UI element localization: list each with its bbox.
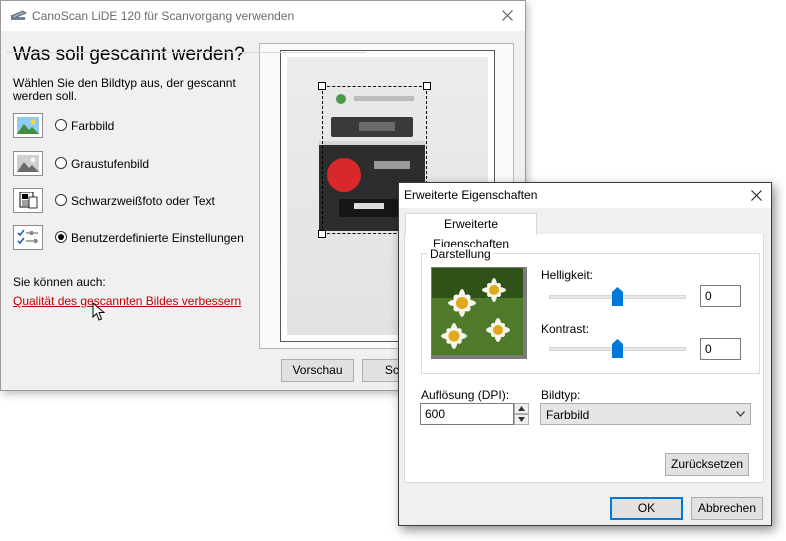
custom-settings-icon	[13, 225, 43, 250]
props-titlebar: Erweiterte Eigenschaften	[399, 183, 771, 208]
selection-handle-top-left[interactable]	[318, 82, 326, 90]
close-icon	[502, 10, 513, 21]
picture-type-select[interactable]: Farbbild	[540, 403, 751, 425]
tab-advanced-properties[interactable]: Erweiterte Eigenschaften	[405, 213, 537, 251]
resolution-spin-up[interactable]	[514, 403, 529, 414]
picture-type-select-label: Bildtyp:	[541, 388, 581, 402]
picture-type-label: Schwarzweißfoto oder Text	[71, 194, 215, 208]
dialog-title: Erweiterte Eigenschaften	[404, 188, 538, 202]
selection-handle-bottom-left[interactable]	[318, 230, 326, 238]
picture-type-label: Farbbild	[71, 119, 115, 133]
flower-preview-image	[432, 268, 523, 355]
appearance-group-label: Darstellung	[428, 247, 493, 261]
resolution-label: Auflösung (DPI):	[421, 388, 510, 402]
picture-type-label: Graustufenbild	[71, 157, 150, 171]
improve-quality-link[interactable]: Qualität des gescannten Bildes verbesser…	[13, 294, 241, 308]
color-picture-icon	[13, 113, 43, 138]
radio-custom[interactable]	[55, 231, 67, 243]
scanner-icon	[10, 10, 27, 20]
arrow-down-icon	[518, 417, 525, 422]
mouse-pointer-icon	[92, 302, 105, 321]
picture-type-custom[interactable]: Benutzerdefinierte Einstellungen	[13, 225, 253, 252]
picture-type-label: Benutzerdefinierte Einstellungen	[71, 231, 244, 245]
grayscale-picture-icon	[13, 151, 43, 176]
arrow-up-icon	[518, 406, 525, 411]
brightness-slider-thumb[interactable]	[612, 287, 623, 306]
instruction-text: Wählen Sie den Bildtyp aus, der gescannt…	[13, 76, 236, 103]
black-white-text-icon	[13, 188, 43, 213]
brightness-value-field[interactable]: 0	[700, 285, 741, 307]
appearance-preview	[431, 267, 527, 359]
contrast-label: Kontrast:	[541, 322, 590, 336]
cancel-button[interactable]: Abbrechen	[691, 497, 763, 520]
picture-type-selected-value: Farbbild	[546, 408, 590, 422]
picture-type-color[interactable]: Farbbild	[13, 113, 253, 140]
resolution-spin-down[interactable]	[514, 414, 529, 425]
contrast-slider-thumb[interactable]	[612, 339, 623, 358]
close-button[interactable]	[741, 183, 771, 208]
ok-button[interactable]: OK	[610, 497, 683, 520]
preview-button[interactable]: Vorschau	[281, 359, 354, 382]
chevron-down-icon	[736, 411, 745, 417]
contrast-value-field[interactable]: 0	[700, 338, 741, 360]
radio-bw[interactable]	[55, 194, 67, 206]
picture-type-grayscale[interactable]: Graustufenbild	[13, 151, 253, 178]
close-icon	[751, 190, 762, 201]
tab-strip	[6, 52, 366, 53]
reset-button[interactable]: Zurücksetzen	[665, 453, 749, 476]
picture-type-bw[interactable]: Schwarzweißfoto oder Text	[13, 188, 253, 215]
scan-titlebar: CanoScan LiDE 120 für Scanvorgang verwen…	[1, 1, 525, 31]
selection-handle-top-right[interactable]	[423, 82, 431, 90]
also-label: Sie können auch:	[13, 275, 106, 289]
radio-color[interactable]	[55, 119, 67, 131]
radio-grayscale[interactable]	[55, 157, 67, 169]
brightness-label: Helligkeit:	[541, 268, 594, 282]
resolution-input[interactable]: 600	[420, 403, 514, 425]
page-title: Was soll gescannt werden?	[13, 44, 245, 65]
window-title: CanoScan LiDE 120 für Scanvorgang verwen…	[32, 9, 295, 23]
close-button[interactable]	[491, 1, 525, 31]
